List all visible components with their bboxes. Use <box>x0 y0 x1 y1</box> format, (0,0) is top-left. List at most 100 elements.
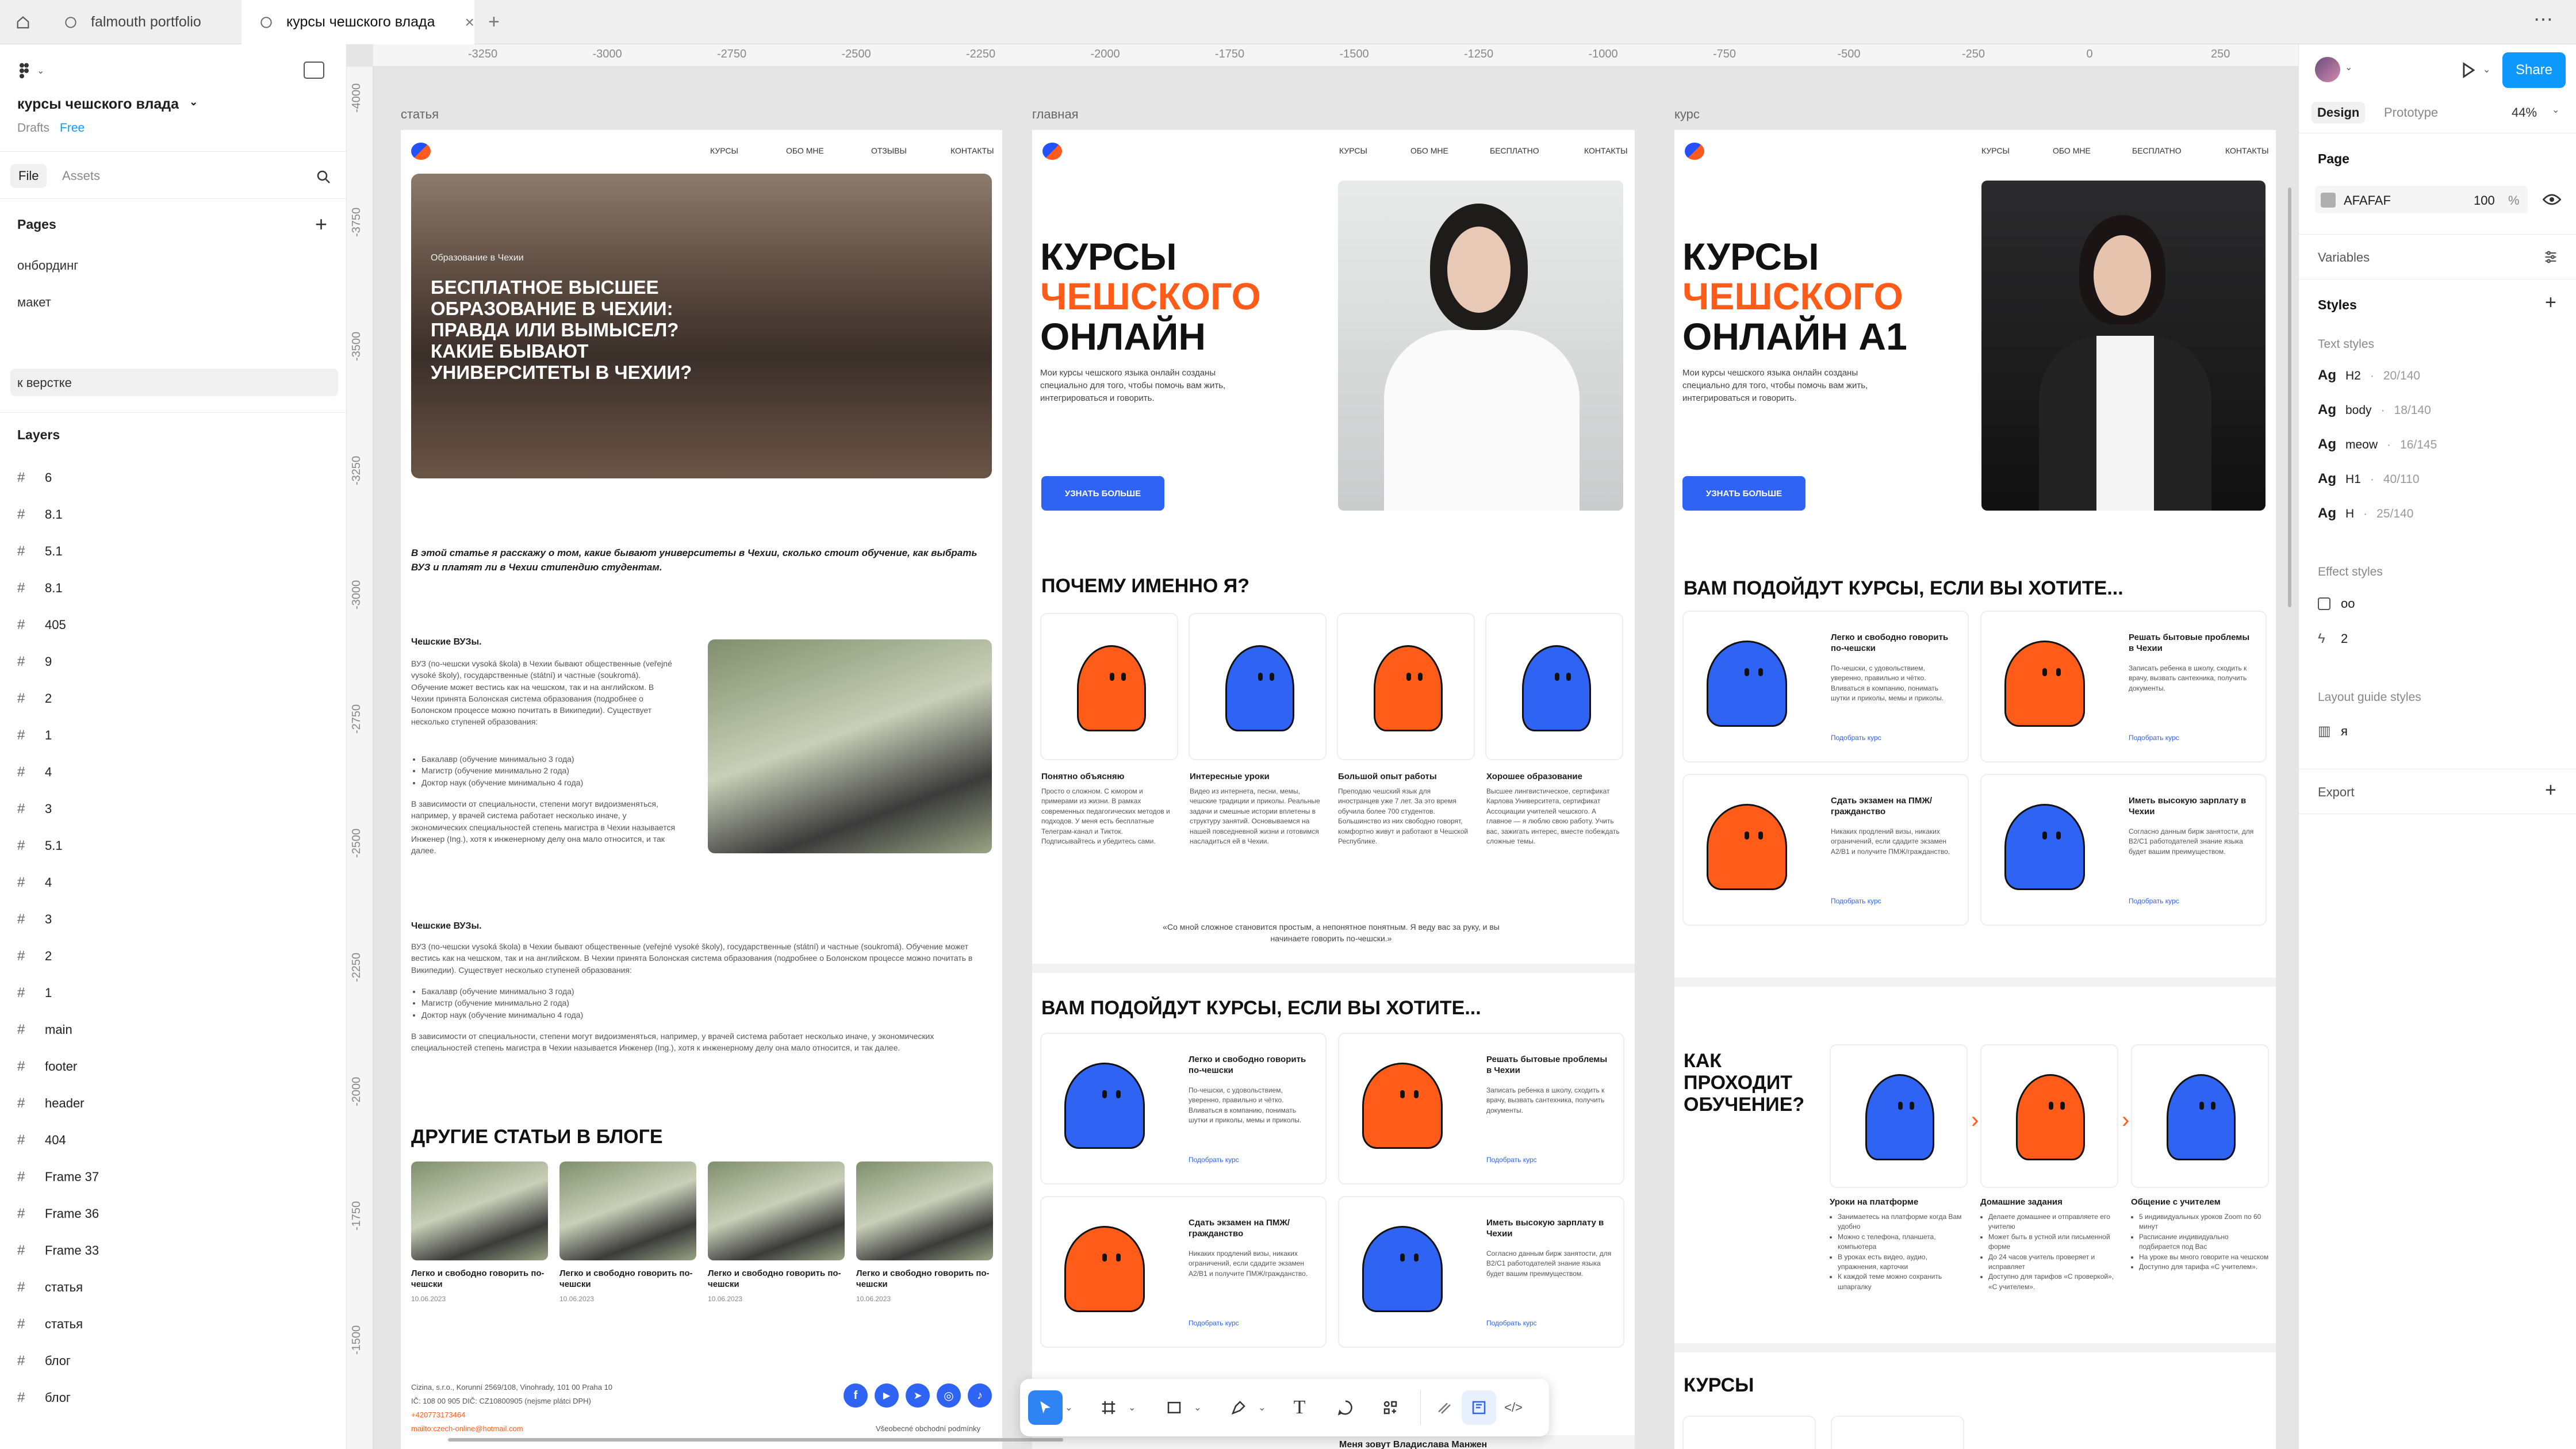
fit-card[interactable]: Решать бытовые проблемы в Чехии Записать … <box>1338 1033 1624 1184</box>
chevron-down-icon[interactable]: ⌄ <box>2483 64 2490 75</box>
layer-item[interactable]: #2 <box>17 691 52 707</box>
add-page-button[interactable]: + <box>315 212 327 236</box>
nav-item[interactable]: КУРСЫ <box>1981 146 2010 155</box>
layer-item[interactable]: #3 <box>17 801 52 817</box>
chevron-down-icon[interactable]: ⌄ <box>1065 1402 1072 1413</box>
canvas[interactable]: статья КУРСЫ ОБО МНЕ ОТЗЫВЫ КОНТАКТЫ Обр… <box>373 67 2298 1449</box>
layer-item[interactable]: # header <box>17 1095 85 1111</box>
frame-main[interactable]: КУРСЫ ОБО МНЕ БЕСПЛАТНО КОНТАКТЫ КУРСЫ Ч… <box>1032 130 1635 1449</box>
nav-item[interactable]: КОНТАКТЫ <box>2225 146 2269 155</box>
tab-design[interactable]: Design <box>2312 102 2366 124</box>
layer-item[interactable]: #404 <box>17 1132 66 1148</box>
fit-card-link[interactable]: Подобрать курс <box>2129 897 2179 905</box>
layer-item[interactable]: #6 <box>17 470 52 486</box>
blog-card[interactable]: Легко и свободно говорить по-чешски 10.06… <box>708 1162 845 1311</box>
blog-card[interactable]: Легко и свободно говорить по-чешски 10.06… <box>856 1162 993 1311</box>
fit-card[interactable]: Легко и свободно говорить по-чешски По-че… <box>1682 611 1969 762</box>
frame-label-article[interactable]: статья <box>401 107 439 122</box>
layer-item[interactable]: # Frame 37 <box>17 1169 99 1185</box>
nav-item[interactable]: БЕСПЛАТНО <box>1490 146 1539 155</box>
layer-item[interactable]: #2 <box>17 948 52 964</box>
cta-button[interactable]: УЗНАТЬ БОЛЬШЕ <box>1041 476 1164 511</box>
nav-item[interactable]: ОБО МНЕ <box>786 146 824 155</box>
facebook-icon[interactable]: f <box>844 1383 868 1408</box>
layer-item[interactable]: # Frame 33 <box>17 1243 99 1259</box>
fit-card[interactable]: Иметь высокую зарплату в Чехии Согласно д… <box>1980 774 2267 926</box>
fit-card-link[interactable]: Подобрать курс <box>1486 1156 1537 1164</box>
tab-assets[interactable]: Assets <box>62 168 100 183</box>
draw-mode[interactable] <box>1427 1390 1462 1425</box>
play-icon[interactable] <box>2458 60 2478 80</box>
blog-card[interactable]: Легко и свободно говорить по-чешски 10.06… <box>559 1162 696 1311</box>
course-card[interactable] <box>1682 1416 1816 1449</box>
pen-tool[interactable] <box>1221 1390 1256 1425</box>
effect-style-item[interactable]: ϟ 2 <box>2318 631 2348 647</box>
nav-item[interactable]: ОТЗЫВЫ <box>871 146 907 155</box>
layer-item[interactable]: # статья <box>17 1279 83 1295</box>
chevron-down-icon[interactable]: ⌄ <box>2345 62 2352 73</box>
text-style-item[interactable]: Ag H2 · 20/140 <box>2318 367 2420 384</box>
instagram-icon[interactable]: ◎ <box>937 1383 961 1408</box>
drafts-label[interactable]: Drafts <box>17 121 49 135</box>
layer-item[interactable]: # блог <box>17 1353 71 1369</box>
fit-card[interactable]: Иметь высокую зарплату в Чехии Согласно д… <box>1338 1196 1624 1348</box>
resources-tool[interactable] <box>1373 1390 1408 1425</box>
chevron-down-icon[interactable]: ⌄ <box>2552 104 2559 116</box>
fit-card-link[interactable]: Подобрать курс <box>1189 1156 1239 1164</box>
layer-item[interactable]: #4 <box>17 875 52 891</box>
page-color-hex[interactable]: AFAFAF <box>2344 193 2391 208</box>
layer-item[interactable]: #8.1 <box>17 580 63 596</box>
frame-label-course[interactable]: курс <box>1674 107 1700 122</box>
fit-card[interactable]: Сдать экзамен на ПМЖ/гражданство Никаких … <box>1040 1196 1327 1348</box>
cta-button[interactable]: УЗНАТЬ БОЛЬШЕ <box>1682 476 1805 511</box>
frame-label-main[interactable]: главная <box>1032 107 1079 122</box>
share-button[interactable]: Share <box>2502 52 2566 88</box>
nav-item[interactable]: КУРСЫ <box>1339 146 1367 155</box>
layer-item[interactable]: #405 <box>17 617 66 633</box>
layout-guide-item[interactable]: ▥ я <box>2318 723 2348 739</box>
dev-mode[interactable]: </> <box>1496 1390 1531 1425</box>
frame-tool[interactable] <box>1091 1390 1126 1425</box>
tab-kursy[interactable]: курсы чешского влада × <box>241 0 474 44</box>
comment-tool[interactable] <box>1328 1390 1363 1425</box>
nav-item[interactable]: ОБО МНЕ <box>2053 146 2091 155</box>
chevron-down-icon[interactable]: ⌄ <box>1128 1402 1136 1413</box>
layer-item[interactable]: #3 <box>17 911 52 927</box>
fit-card[interactable]: Легко и свободно говорить по-чешски По-че… <box>1040 1033 1327 1184</box>
horizontal-scrollbar[interactable] <box>448 1438 1063 1442</box>
page-opacity[interactable]: 100 <box>2474 193 2495 208</box>
layer-item[interactable]: #8.1 <box>17 507 63 523</box>
layer-item[interactable]: #5.1 <box>17 838 63 854</box>
add-export-button[interactable]: + <box>2545 779 2556 802</box>
text-style-item[interactable]: Ag meow · 16/145 <box>2318 436 2437 453</box>
variables-title[interactable]: Variables <box>2318 250 2370 265</box>
fit-card-link[interactable]: Подобрать курс <box>1831 734 1881 742</box>
avatar[interactable] <box>2315 57 2340 82</box>
layer-item[interactable]: # блог <box>17 1390 71 1406</box>
page-item[interactable]: онбординг <box>17 258 78 273</box>
color-swatch[interactable] <box>2321 193 2336 208</box>
layer-item[interactable]: #1 <box>17 727 52 743</box>
search-icon[interactable] <box>315 168 332 186</box>
new-tab-button[interactable]: + <box>480 0 515 44</box>
frame-article[interactable]: КУРСЫ ОБО МНЕ ОТЗЫВЫ КОНТАКТЫ Образовани… <box>401 130 1002 1449</box>
layer-item[interactable]: #5.1 <box>17 543 63 559</box>
chevron-down-icon[interactable]: ⌄ <box>1258 1402 1266 1413</box>
layer-item[interactable]: # Frame 36 <box>17 1206 99 1222</box>
text-style-item[interactable]: Ag H1 · 40/110 <box>2318 471 2420 487</box>
project-title[interactable]: курсы чешского влада ⌄ <box>17 96 198 113</box>
frame-course[interactable]: КУРСЫ ОБО МНЕ БЕСПЛАТНО КОНТАКТЫ КУРСЫ Ч… <box>1674 130 2276 1449</box>
fit-card-link[interactable]: Подобрать курс <box>1831 897 1881 905</box>
eye-icon[interactable] <box>2543 191 2561 208</box>
plan-badge[interactable]: Free <box>60 121 85 135</box>
fit-card[interactable]: Решать бытовые проблемы в Чехии Записать … <box>1980 611 2267 762</box>
move-tool[interactable] <box>1028 1390 1063 1425</box>
nav-item[interactable]: КОНТАКТЫ <box>950 146 994 155</box>
text-tool[interactable]: T <box>1282 1390 1317 1425</box>
page-item[interactable]: макет <box>17 295 51 310</box>
footer-terms[interactable]: Všeobecné obchodní podmínky <box>876 1424 980 1435</box>
layer-item[interactable]: # main <box>17 1022 72 1038</box>
telegram-icon[interactable]: ➤ <box>906 1383 930 1408</box>
tab-falmouth-portfolio[interactable]: falmouth portfolio <box>46 0 241 44</box>
layer-item[interactable]: #1 <box>17 985 52 1001</box>
